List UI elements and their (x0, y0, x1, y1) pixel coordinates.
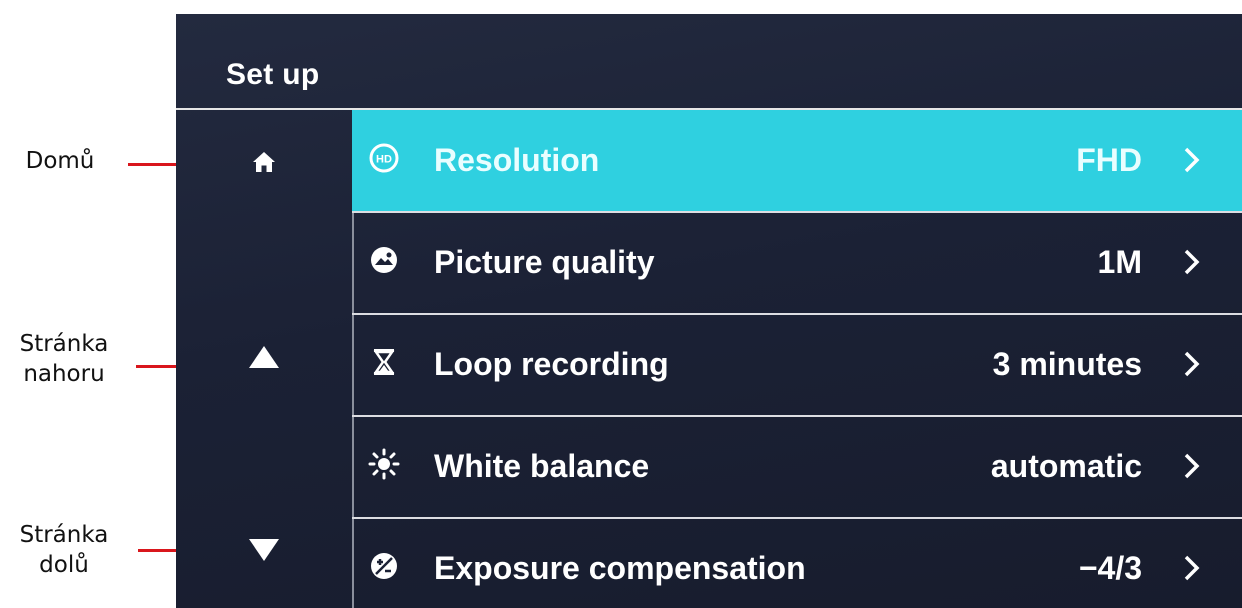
setup-screen: Set up HD Resolution FHD Picture quality… (176, 14, 1242, 608)
annotation-page-down-line1: Stránka (19, 522, 109, 548)
chevron-right-icon (1182, 146, 1202, 174)
page-up-button[interactable] (176, 327, 352, 387)
menu-item-label: Exposure compensation (434, 550, 806, 586)
page-down-button[interactable] (176, 520, 352, 580)
hd-icon: HD (366, 140, 402, 176)
menu-item-value: 3 minutes (992, 346, 1142, 382)
menu-item-value: −4/3 (1078, 550, 1142, 586)
annotation-page-down: Stránka dolů (4, 520, 124, 580)
menu-item-value: FHD (1076, 142, 1142, 178)
menu-item-label: Resolution (434, 142, 600, 178)
annotation-page-up-line1: Stránka (19, 331, 109, 357)
menu-item-label: Picture quality (434, 244, 655, 280)
exposure-icon (366, 548, 402, 584)
menu-item-resolution[interactable]: HD Resolution FHD (352, 110, 1242, 213)
annotation-page-up: Stránka nahoru (4, 329, 124, 389)
menu-item-value: automatic (990, 448, 1142, 484)
header: Set up (176, 14, 1242, 110)
triangle-up-icon (247, 344, 281, 370)
chevron-right-icon (1182, 350, 1202, 378)
picture-icon (366, 242, 402, 278)
home-button[interactable] (176, 132, 352, 192)
annotation-home-label: Domů (25, 148, 95, 174)
menu-item-value: 1M (1097, 244, 1142, 280)
menu-item-label: Loop recording (434, 346, 669, 382)
menu-item-picture-quality[interactable]: Picture quality 1M (352, 212, 1242, 315)
triangle-down-icon (247, 537, 281, 563)
menu-item-label: White balance (434, 448, 650, 484)
menu-item-exposure-compensation[interactable]: Exposure compensation −4/3 (352, 518, 1242, 608)
hourglass-icon (366, 344, 402, 380)
menu-item-white-balance[interactable]: White balance automatic (352, 416, 1242, 519)
annotation-page-down-line2: dolů (39, 552, 89, 578)
page-title: Set up (226, 58, 320, 91)
sun-icon (366, 446, 402, 482)
chevron-right-icon (1182, 452, 1202, 480)
chevron-right-icon (1182, 554, 1202, 582)
menu-item-loop-recording[interactable]: Loop recording 3 minutes (352, 314, 1242, 417)
annotation-page-up-line2: nahoru (23, 361, 105, 387)
chevron-right-icon (1182, 248, 1202, 276)
home-icon (252, 151, 276, 173)
svg-text:HD: HD (376, 154, 392, 166)
annotation-home: Domů (20, 146, 100, 176)
